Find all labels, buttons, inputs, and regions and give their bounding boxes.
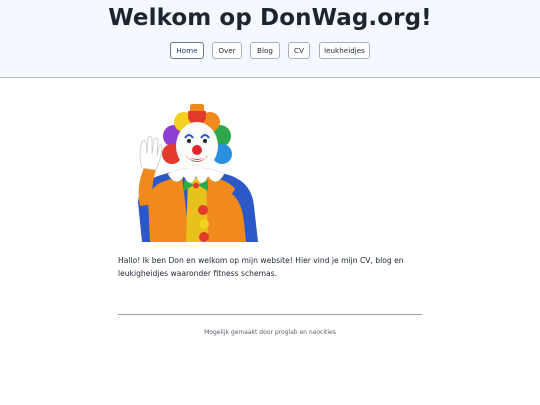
nav-home-button[interactable]: Home	[170, 42, 204, 59]
intro-text: Hallo! Ik ben Don en welkom op mijn webs…	[118, 256, 404, 278]
nav-over-button[interactable]: Over	[212, 42, 242, 59]
site-header: Welkom op DonWag.org! Home Over Blog CV …	[0, 0, 540, 78]
page-title: Welkom op DonWag.org!	[108, 5, 432, 31]
main-nav: Home Over Blog CV leukheidjes	[0, 42, 540, 59]
nav-blog-button[interactable]: Blog	[250, 42, 280, 59]
footer-divider	[118, 314, 422, 315]
nav-cv-button[interactable]: CV	[288, 42, 310, 59]
clown-image	[128, 98, 262, 242]
clown-illustration	[138, 104, 258, 242]
footer-credit: Mogelijk gemaakt door proglab en neociti…	[204, 329, 336, 336]
nav-leukheidjes-button[interactable]: leukheidjes	[319, 42, 370, 59]
